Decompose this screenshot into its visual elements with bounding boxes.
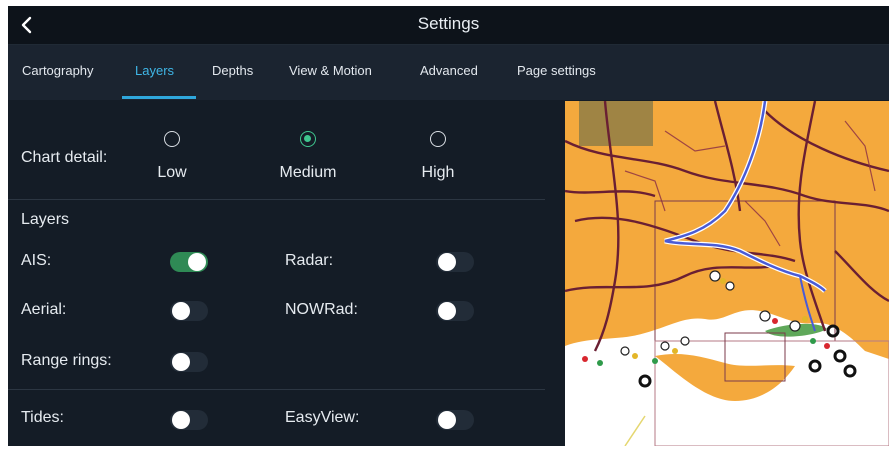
toggle-knob	[438, 253, 456, 271]
divider	[8, 389, 545, 390]
toggle-knob	[172, 302, 190, 320]
nowrad-label: NOWRad:	[285, 301, 358, 318]
divider	[8, 199, 545, 200]
tab-cartography[interactable]: Cartography	[22, 63, 94, 78]
chart-detail-high-label: High	[421, 164, 455, 181]
toggle-knob	[172, 353, 190, 371]
chart-preview-map	[565, 101, 889, 446]
range-rings-toggle[interactable]	[170, 352, 208, 372]
tab-bar: Cartography Layers Depths View & Motion …	[8, 45, 889, 100]
settings-screen: Settings Cartography Layers Depths View …	[8, 6, 889, 446]
toggle-knob	[438, 302, 456, 320]
chart-detail-high-radio[interactable]	[430, 131, 446, 147]
chart-detail-label: Chart detail:	[21, 149, 108, 166]
toggle-knob	[188, 253, 206, 271]
tab-layers[interactable]: Layers	[135, 63, 174, 78]
nowrad-toggle[interactable]	[436, 301, 474, 321]
tides-label: Tides:	[21, 409, 64, 426]
chart-detail-low-radio[interactable]	[164, 131, 180, 147]
toggle-knob	[172, 411, 190, 429]
chart-detail-low-label: Low	[157, 164, 187, 181]
active-tab-indicator	[122, 96, 196, 99]
tab-depths[interactable]: Depths	[212, 63, 253, 78]
radar-label: Radar:	[285, 252, 334, 269]
range-rings-label: Range rings:	[21, 352, 112, 369]
tab-page-settings[interactable]: Page settings	[517, 63, 596, 78]
ais-label: AIS:	[21, 252, 52, 269]
easyview-label: EasyView:	[285, 409, 360, 426]
tab-advanced[interactable]: Advanced	[420, 63, 478, 78]
tides-toggle[interactable]	[170, 410, 208, 430]
aerial-toggle[interactable]	[170, 301, 208, 321]
easyview-toggle[interactable]	[436, 410, 474, 430]
header-bar: Settings	[8, 6, 889, 45]
radar-toggle[interactable]	[436, 252, 474, 272]
page-title: Settings	[417, 14, 480, 33]
chart-map-graphic	[565, 101, 889, 446]
chart-detail-medium-label: Medium	[279, 164, 337, 181]
tab-view-motion[interactable]: View & Motion	[289, 63, 372, 78]
chart-detail-medium-radio[interactable]	[300, 131, 316, 147]
ais-toggle[interactable]	[170, 252, 208, 272]
layers-heading: Layers	[21, 211, 70, 228]
aerial-label: Aerial:	[21, 301, 67, 318]
layers-settings-panel: Chart detail: Low Medium High Layers AIS…	[8, 101, 564, 446]
toggle-knob	[438, 411, 456, 429]
